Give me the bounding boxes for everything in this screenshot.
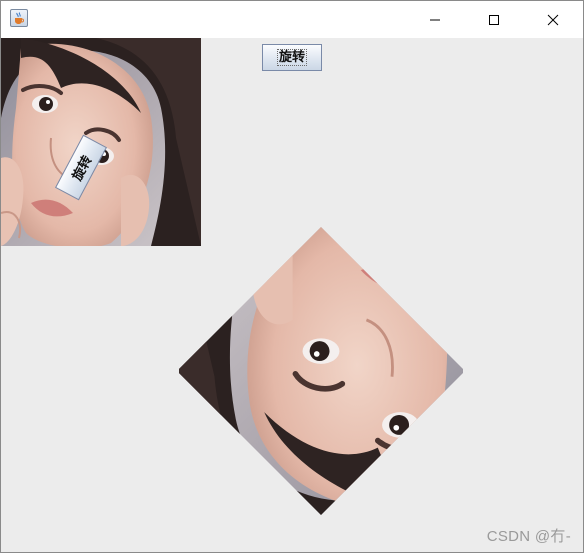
minimize-button[interactable] — [406, 1, 464, 38]
app-window: 旋转 旋转 CSDN @冇- — [0, 0, 584, 553]
rotated-photo — [177, 227, 465, 515]
java-cup-icon[interactable] — [10, 9, 28, 27]
watermark: CSDN @冇- — [486, 528, 571, 545]
maximize-icon — [489, 14, 499, 25]
title-bar[interactable] — [1, 1, 583, 38]
rotate-button-label: 旋转 — [276, 49, 307, 66]
original-photo — [1, 38, 201, 246]
content-panel: 旋转 旋转 CSDN @冇- — [1, 38, 583, 552]
close-icon — [547, 14, 559, 25]
minimize-icon — [430, 19, 440, 20]
rotate-button[interactable]: 旋转 — [262, 44, 322, 71]
close-button[interactable] — [524, 1, 582, 38]
maximize-button[interactable] — [465, 1, 523, 38]
